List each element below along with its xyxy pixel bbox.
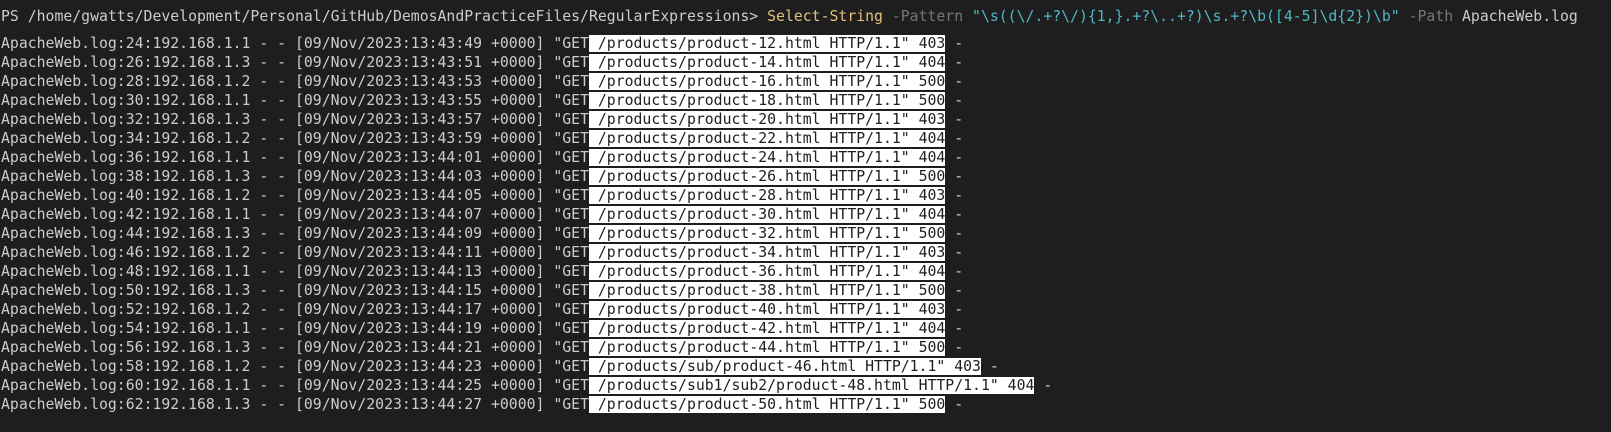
result-suffix: - (945, 396, 964, 413)
match-highlight: /products/product-50.html HTTP/1.1" 500 (588, 396, 946, 413)
result-prefix: ApacheWeb.log:42:192.168.1.1 - - [09/Nov… (1, 206, 589, 223)
pattern-value: "\s((\/.+?\/){1,}.+?\..+?)\s.+?\b([4-5]\… (972, 8, 1400, 25)
match-highlight: /products/product-20.html HTTP/1.1" 403 (588, 111, 946, 128)
result-line: ApacheWeb.log:26:192.168.1.3 - - [09/Nov… (0, 53, 1611, 72)
match-highlight: /products/product-30.html HTTP/1.1" 404 (588, 206, 946, 223)
match-highlight: /products/product-18.html HTTP/1.1" 500 (588, 92, 946, 109)
result-line: ApacheWeb.log:24:192.168.1.1 - - [09/Nov… (0, 34, 1611, 53)
result-prefix: ApacheWeb.log:52:192.168.1.2 - - [09/Nov… (1, 301, 589, 318)
match-highlight: /products/product-16.html HTTP/1.1" 500 (588, 73, 946, 90)
result-suffix: - (945, 54, 964, 71)
match-highlight: /products/product-22.html HTTP/1.1" 404 (588, 130, 946, 147)
match-highlight: /products/sub/product-46.html HTTP/1.1" … (588, 358, 981, 375)
result-suffix: - (945, 130, 964, 147)
result-suffix: - (945, 206, 964, 223)
result-line: ApacheWeb.log:42:192.168.1.1 - - [09/Nov… (0, 205, 1611, 224)
result-line: ApacheWeb.log:54:192.168.1.1 - - [09/Nov… (0, 319, 1611, 338)
result-line: ApacheWeb.log:38:192.168.1.3 - - [09/Nov… (0, 167, 1611, 186)
result-suffix: - (945, 244, 964, 261)
result-line: ApacheWeb.log:58:192.168.1.2 - - [09/Nov… (0, 357, 1611, 376)
result-prefix: ApacheWeb.log:40:192.168.1.2 - - [09/Nov… (1, 187, 589, 204)
result-prefix: ApacheWeb.log:58:192.168.1.2 - - [09/Nov… (1, 358, 589, 375)
match-highlight: /products/product-12.html HTTP/1.1" 403 (588, 35, 946, 52)
result-prefix: ApacheWeb.log:24:192.168.1.1 - - [09/Nov… (1, 35, 589, 52)
match-highlight: /products/product-40.html HTTP/1.1" 403 (588, 301, 946, 318)
result-line: ApacheWeb.log:36:192.168.1.1 - - [09/Nov… (0, 148, 1611, 167)
match-highlight: /products/product-34.html HTTP/1.1" 403 (588, 244, 946, 261)
result-line: ApacheWeb.log:52:192.168.1.2 - - [09/Nov… (0, 300, 1611, 319)
result-line: ApacheWeb.log:56:192.168.1.3 - - [09/Nov… (0, 338, 1611, 357)
result-line: ApacheWeb.log:44:192.168.1.3 - - [09/Nov… (0, 224, 1611, 243)
path-value: ApacheWeb.log (1462, 8, 1578, 25)
result-prefix: ApacheWeb.log:26:192.168.1.3 - - [09/Nov… (1, 54, 589, 71)
result-suffix: - (945, 282, 964, 299)
result-prefix: ApacheWeb.log:34:192.168.1.2 - - [09/Nov… (1, 130, 589, 147)
match-highlight: /products/product-32.html HTTP/1.1" 500 (588, 225, 946, 242)
match-highlight: /products/sub1/sub2/product-48.html HTTP… (588, 377, 1035, 394)
match-highlight: /products/product-26.html HTTP/1.1" 500 (588, 168, 946, 185)
match-highlight: /products/product-42.html HTTP/1.1" 404 (588, 320, 946, 337)
result-suffix: - (945, 320, 964, 337)
result-suffix: - (945, 92, 964, 109)
result-line: ApacheWeb.log:40:192.168.1.2 - - [09/Nov… (0, 186, 1611, 205)
path-parameter: -Path (1399, 8, 1463, 25)
result-prefix: ApacheWeb.log:32:192.168.1.3 - - [09/Nov… (1, 111, 589, 128)
prompt-path: PS /home/gwatts/Development/Personal/Git… (1, 8, 768, 25)
terminal-window[interactable]: PS /home/gwatts/Development/Personal/Git… (0, 0, 1611, 432)
command-line: PS /home/gwatts/Development/Personal/Git… (0, 7, 1611, 26)
result-suffix: - (980, 358, 999, 375)
result-suffix: - (945, 168, 964, 185)
match-highlight: /products/product-38.html HTTP/1.1" 500 (588, 282, 946, 299)
result-prefix: ApacheWeb.log:54:192.168.1.1 - - [09/Nov… (1, 320, 589, 337)
result-suffix: - (945, 35, 964, 52)
pattern-parameter: -Pattern (882, 8, 973, 25)
result-suffix: - (945, 187, 964, 204)
match-highlight: /products/product-24.html HTTP/1.1" 404 (588, 149, 946, 166)
results-output: ApacheWeb.log:24:192.168.1.1 - - [09/Nov… (0, 34, 1611, 414)
result-suffix: - (945, 263, 964, 280)
cmdlet-name: Select-String (767, 8, 883, 25)
result-prefix: ApacheWeb.log:56:192.168.1.3 - - [09/Nov… (1, 339, 589, 356)
result-line: ApacheWeb.log:34:192.168.1.2 - - [09/Nov… (0, 129, 1611, 148)
result-line: ApacheWeb.log:48:192.168.1.1 - - [09/Nov… (0, 262, 1611, 281)
result-prefix: ApacheWeb.log:48:192.168.1.1 - - [09/Nov… (1, 263, 589, 280)
match-highlight: /products/product-36.html HTTP/1.1" 404 (588, 263, 946, 280)
result-prefix: ApacheWeb.log:30:192.168.1.1 - - [09/Nov… (1, 92, 589, 109)
result-line: ApacheWeb.log:28:192.168.1.2 - - [09/Nov… (0, 72, 1611, 91)
result-line: ApacheWeb.log:60:192.168.1.1 - - [09/Nov… (0, 376, 1611, 395)
result-line: ApacheWeb.log:32:192.168.1.3 - - [09/Nov… (0, 110, 1611, 129)
result-prefix: ApacheWeb.log:36:192.168.1.1 - - [09/Nov… (1, 149, 589, 166)
result-prefix: ApacheWeb.log:44:192.168.1.3 - - [09/Nov… (1, 225, 589, 242)
match-highlight: /products/product-14.html HTTP/1.1" 404 (588, 54, 946, 71)
result-suffix: - (945, 111, 964, 128)
result-line: ApacheWeb.log:50:192.168.1.3 - - [09/Nov… (0, 281, 1611, 300)
result-suffix: - (945, 149, 964, 166)
result-prefix: ApacheWeb.log:28:192.168.1.2 - - [09/Nov… (1, 73, 589, 90)
result-suffix: - (1034, 377, 1053, 394)
result-suffix: - (945, 225, 964, 242)
result-prefix: ApacheWeb.log:62:192.168.1.3 - - [09/Nov… (1, 396, 589, 413)
result-suffix: - (945, 301, 964, 318)
result-prefix: ApacheWeb.log:50:192.168.1.3 - - [09/Nov… (1, 282, 589, 299)
result-prefix: ApacheWeb.log:60:192.168.1.1 - - [09/Nov… (1, 377, 589, 394)
result-line: ApacheWeb.log:46:192.168.1.2 - - [09/Nov… (0, 243, 1611, 262)
result-suffix: - (945, 339, 964, 356)
result-suffix: - (945, 73, 964, 90)
result-prefix: ApacheWeb.log:38:192.168.1.3 - - [09/Nov… (1, 168, 589, 185)
match-highlight: /products/product-44.html HTTP/1.1" 500 (588, 339, 946, 356)
result-line: ApacheWeb.log:62:192.168.1.3 - - [09/Nov… (0, 395, 1611, 414)
result-line: ApacheWeb.log:30:192.168.1.1 - - [09/Nov… (0, 91, 1611, 110)
match-highlight: /products/product-28.html HTTP/1.1" 403 (588, 187, 946, 204)
result-prefix: ApacheWeb.log:46:192.168.1.2 - - [09/Nov… (1, 244, 589, 261)
